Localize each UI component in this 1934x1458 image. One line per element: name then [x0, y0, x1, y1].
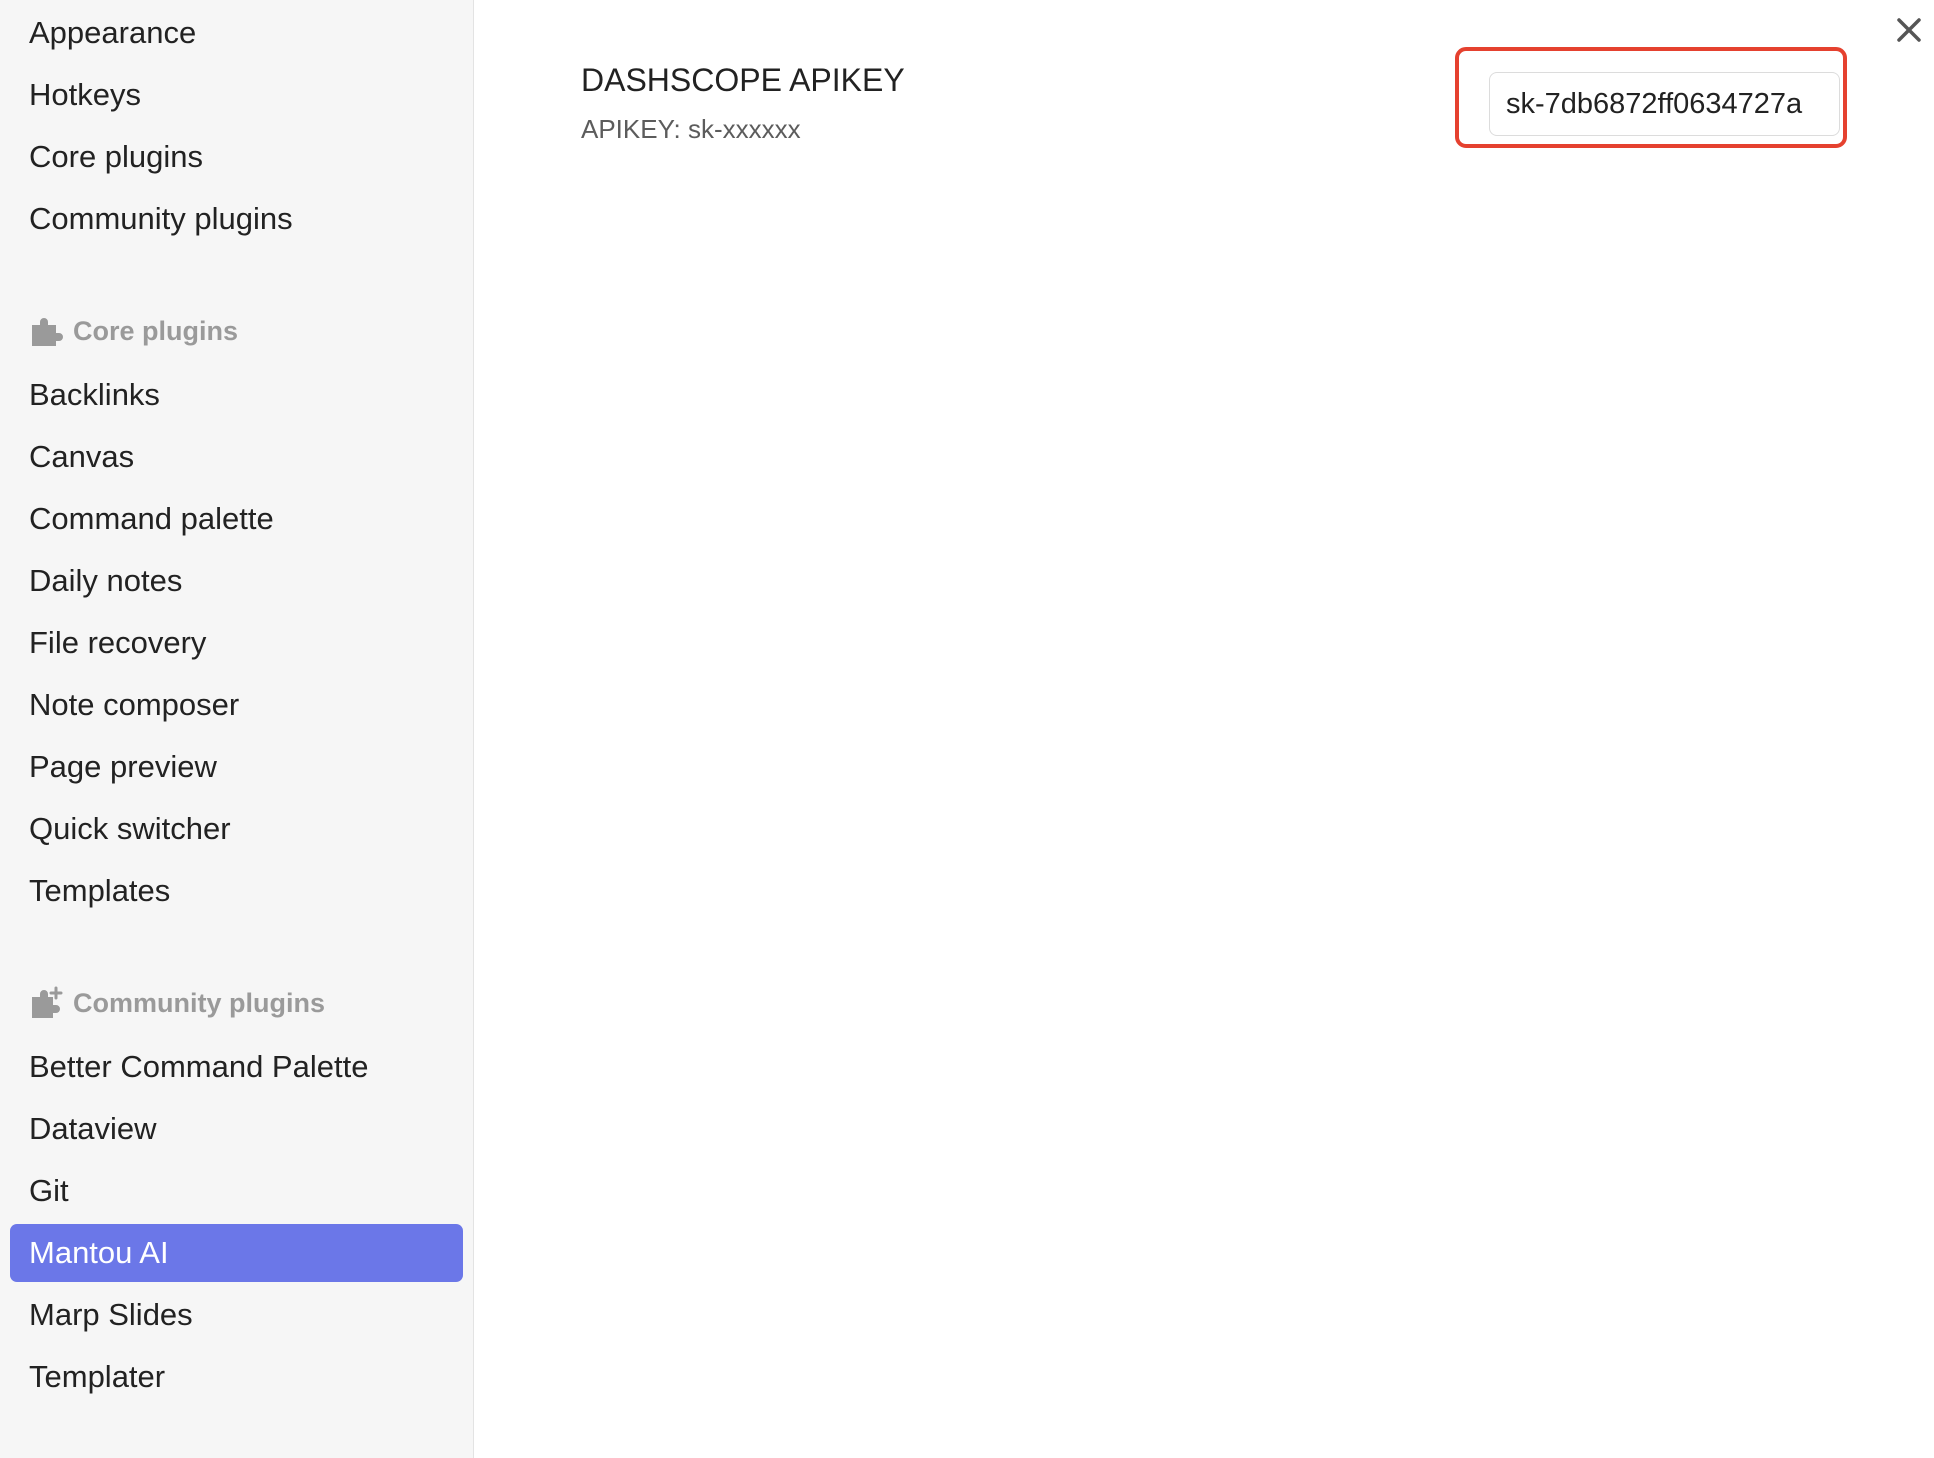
- core-plugins-list: Backlinks Canvas Command palette Daily n…: [10, 366, 463, 920]
- sidebar-item-hotkeys[interactable]: Hotkeys: [10, 66, 463, 124]
- sidebar-item-core-plugins[interactable]: Core plugins: [10, 128, 463, 186]
- sidebar-item-file-recovery[interactable]: File recovery: [10, 614, 463, 672]
- sidebar-item-better-command-palette[interactable]: Better Command Palette: [10, 1038, 463, 1096]
- sidebar-item-templates[interactable]: Templates: [10, 862, 463, 920]
- community-plugins-heading-label: Community plugins: [73, 987, 325, 1018]
- sidebar-item-templater[interactable]: Templater: [10, 1348, 463, 1406]
- sidebar-item-git[interactable]: Git: [10, 1162, 463, 1220]
- sidebar-item-backlinks[interactable]: Backlinks: [10, 366, 463, 424]
- core-plugins-heading-label: Core plugins: [73, 315, 239, 346]
- sidebar-item-canvas[interactable]: Canvas: [10, 428, 463, 486]
- puzzle-plus-icon: [29, 986, 63, 1020]
- core-plugins-heading: Core plugins: [10, 302, 463, 360]
- sidebar-item-appearance[interactable]: Appearance: [10, 4, 463, 62]
- community-plugins-heading: Community plugins: [10, 974, 463, 1032]
- settings-sidebar: Appearance Hotkeys Core plugins Communit…: [0, 0, 474, 1458]
- sidebar-item-daily-notes[interactable]: Daily notes: [10, 552, 463, 610]
- sidebar-item-note-composer[interactable]: Note composer: [10, 676, 463, 734]
- settings-content: DASHSCOPE APIKEY APIKEY: sk-xxxxxx: [475, 0, 1934, 1458]
- settings-window: Appearance Hotkeys Core plugins Communit…: [0, 0, 1934, 1458]
- setting-name: DASHSCOPE APIKEY: [581, 62, 905, 98]
- sidebar-item-command-palette[interactable]: Command palette: [10, 490, 463, 548]
- sidebar-item-page-preview[interactable]: Page preview: [10, 738, 463, 796]
- sidebar-item-dataview[interactable]: Dataview: [10, 1100, 463, 1158]
- sidebar-top-group: Appearance Hotkeys Core plugins Communit…: [10, 0, 463, 248]
- sidebar-item-community-plugins[interactable]: Community plugins: [10, 190, 463, 248]
- close-icon[interactable]: [1889, 10, 1929, 50]
- sidebar-item-quick-switcher[interactable]: Quick switcher: [10, 800, 463, 858]
- community-plugins-list: Better Command Palette Dataview Git Mant…: [10, 1038, 463, 1406]
- sidebar-item-marp-slides[interactable]: Marp Slides: [10, 1286, 463, 1344]
- sidebar-item-mantou-ai[interactable]: Mantou AI: [10, 1224, 463, 1282]
- apikey-input[interactable]: [1489, 72, 1840, 136]
- puzzle-icon: [29, 314, 63, 348]
- setting-description: APIKEY: sk-xxxxxx: [581, 114, 801, 144]
